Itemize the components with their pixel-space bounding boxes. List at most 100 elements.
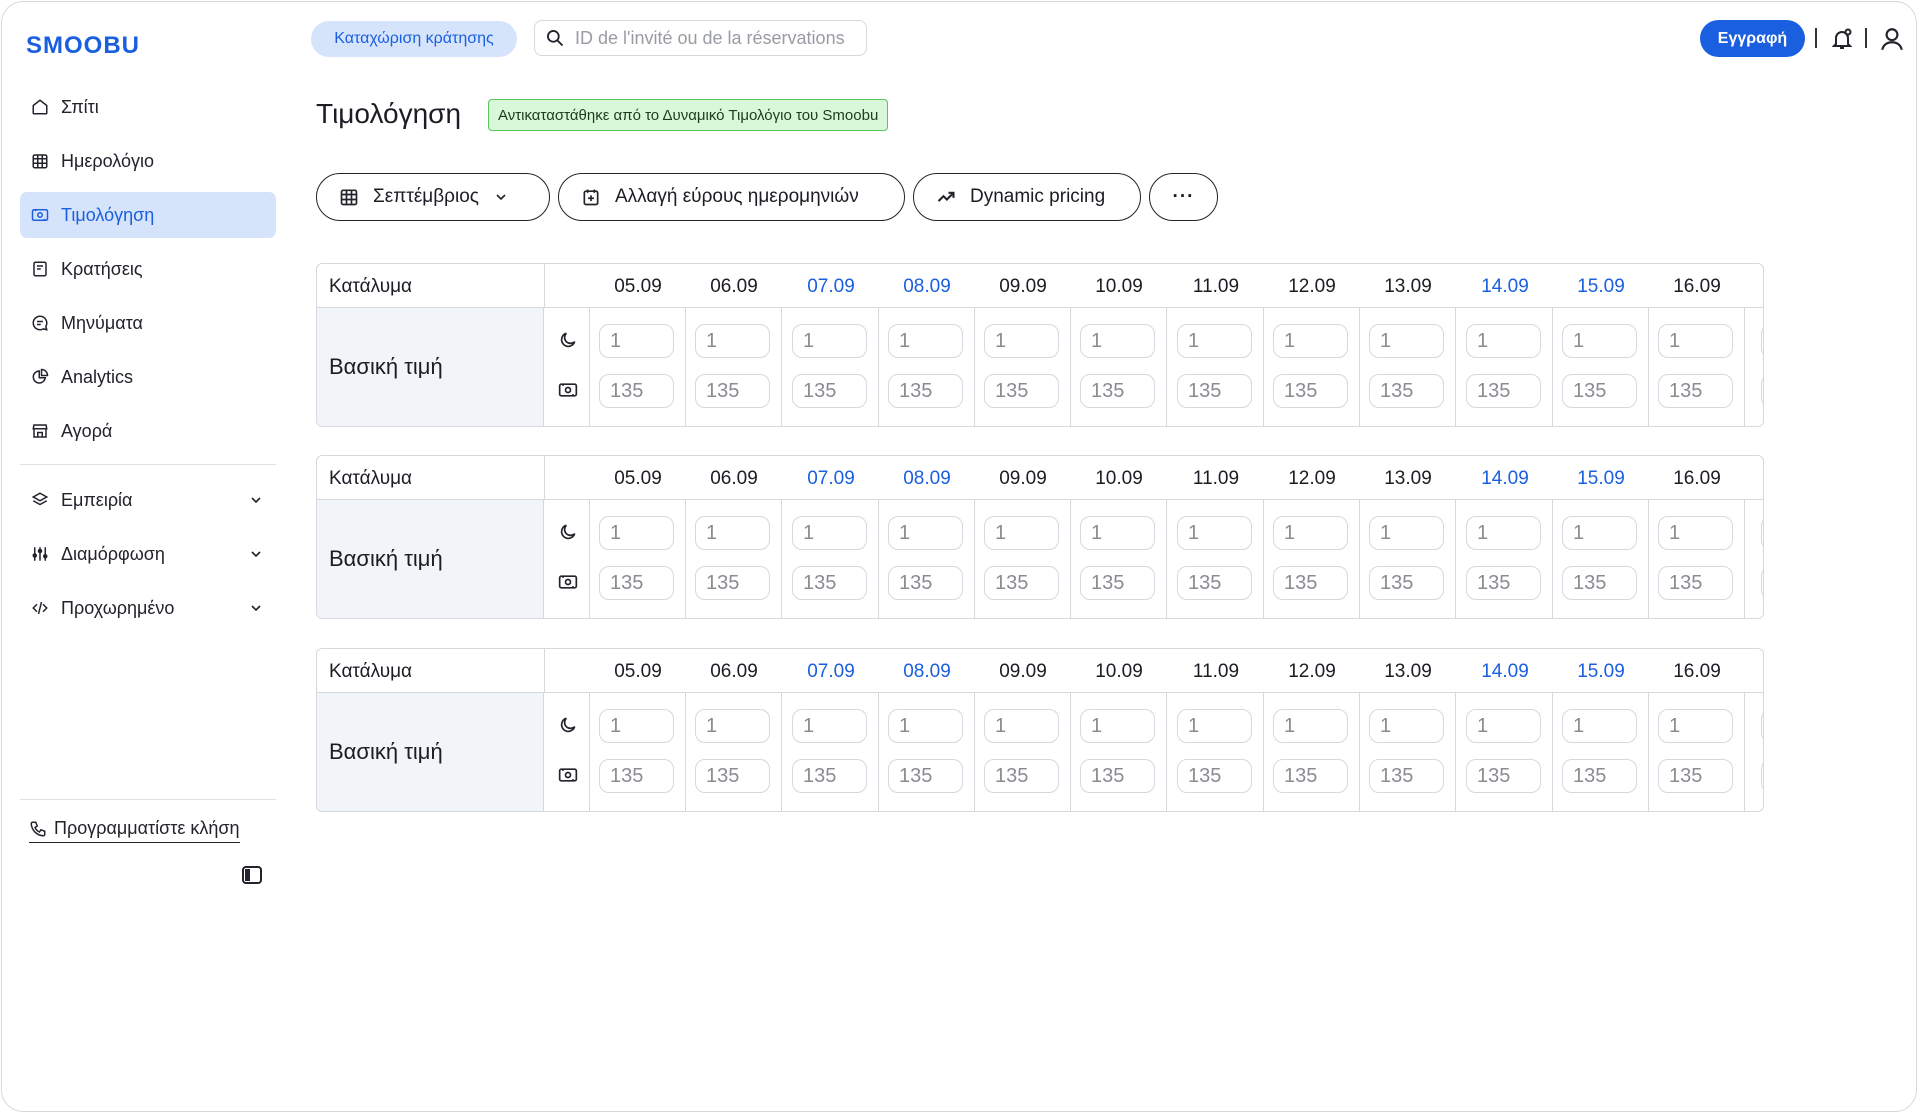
min-stay-input[interactable] (888, 324, 963, 358)
price-input[interactable] (1177, 566, 1252, 600)
search-input[interactable] (575, 27, 855, 49)
price-input[interactable] (984, 374, 1059, 408)
price-input[interactable] (1080, 759, 1155, 793)
min-stay-input[interactable] (695, 516, 770, 550)
price-input[interactable] (1658, 759, 1733, 793)
min-stay-input[interactable] (1369, 516, 1444, 550)
min-stay-input[interactable] (792, 709, 867, 743)
price-input[interactable] (1080, 374, 1155, 408)
price-cell (1457, 308, 1553, 426)
price-input[interactable] (1273, 759, 1348, 793)
min-stay-input[interactable] (695, 709, 770, 743)
price-input[interactable] (888, 374, 963, 408)
month-select-button[interactable]: Σεπτέμβριος (316, 173, 550, 221)
price-input[interactable] (1562, 759, 1637, 793)
sidebar-toggle-icon[interactable] (242, 866, 262, 884)
min-stay-input[interactable] (1658, 516, 1733, 550)
sidebar-item-pricing[interactable]: Τιμολόγηση (20, 192, 276, 238)
price-input[interactable] (599, 759, 674, 793)
price-input[interactable] (1369, 566, 1444, 600)
sidebar-divider (20, 464, 276, 465)
more-options-button[interactable]: ··· (1149, 173, 1218, 221)
price-input[interactable] (1466, 374, 1541, 408)
min-stay-input[interactable] (599, 324, 674, 358)
price-input[interactable] (984, 566, 1059, 600)
price-input[interactable] (1273, 566, 1348, 600)
row-label: Βασική τιμή (329, 739, 443, 764)
min-stay-input[interactable] (1369, 324, 1444, 358)
price-input[interactable] (695, 566, 770, 600)
sidebar-item-messages[interactable]: Μηνύματα (20, 300, 276, 346)
min-stay-input[interactable] (1369, 709, 1444, 743)
date-range-button[interactable]: Αλλαγή εύρους ημερομηνιών (558, 173, 905, 221)
min-stay-input[interactable] (1658, 709, 1733, 743)
schedule-call-link[interactable]: Προγραμματίστε κλήση (29, 818, 240, 843)
sidebar-item-advanced[interactable]: Προχωρημένο (20, 585, 276, 631)
sidebar-item-store[interactable]: Αγορά (20, 408, 276, 454)
price-input[interactable] (888, 566, 963, 600)
price-input[interactable] (1177, 374, 1252, 408)
price-input[interactable] (695, 374, 770, 408)
price-input[interactable] (984, 759, 1059, 793)
sidebar-item-bookings[interactable]: Κρατήσεις (20, 246, 276, 292)
new-booking-button[interactable]: Καταχώριση κράτησης (311, 21, 517, 57)
min-stay-input[interactable] (599, 516, 674, 550)
price-input[interactable] (1658, 374, 1733, 408)
min-stay-input[interactable] (984, 516, 1059, 550)
register-button[interactable]: Εγγραφή (1700, 20, 1805, 57)
min-stay-input[interactable] (1466, 324, 1541, 358)
price-input[interactable] (1562, 374, 1637, 408)
min-stay-input[interactable] (1466, 516, 1541, 550)
price-input[interactable] (792, 759, 867, 793)
min-stay-input[interactable] (792, 516, 867, 550)
user-icon[interactable] (1879, 26, 1905, 52)
dynamic-pricing-button[interactable]: Dynamic pricing (913, 173, 1141, 221)
min-stay-input[interactable] (1080, 516, 1155, 550)
table-header-row: Κατάλυμα 05.09 06.09 07.09 08.09 09.09 10.09 1… (317, 456, 1763, 500)
min-stay-input[interactable] (1177, 516, 1252, 550)
min-stay-input[interactable] (888, 709, 963, 743)
price-input[interactable] (1273, 374, 1348, 408)
sidebar-item-experience[interactable]: Εμπειρία (20, 477, 276, 523)
row-icons-cell (544, 308, 590, 426)
min-stay-input[interactable] (1080, 324, 1155, 358)
min-stay-input[interactable] (888, 516, 963, 550)
min-stay-input[interactable] (1562, 516, 1637, 550)
money-icon (558, 383, 578, 397)
min-stay-input[interactable] (1080, 709, 1155, 743)
min-stay-input[interactable] (599, 709, 674, 743)
price-input[interactable] (599, 374, 674, 408)
price-input[interactable] (1562, 566, 1637, 600)
price-input[interactable] (695, 759, 770, 793)
price-input[interactable] (1080, 566, 1155, 600)
min-stay-input[interactable] (1177, 324, 1252, 358)
price-input[interactable] (792, 566, 867, 600)
min-stay-input[interactable] (1466, 709, 1541, 743)
price-input[interactable] (1177, 759, 1252, 793)
min-stay-input[interactable] (1273, 516, 1348, 550)
min-stay-input[interactable] (1562, 324, 1637, 358)
price-input[interactable] (792, 374, 867, 408)
price-input[interactable] (888, 759, 963, 793)
price-input[interactable] (1466, 566, 1541, 600)
sidebar-item-configuration[interactable]: Διαμόρφωση (20, 531, 276, 577)
min-stay-input[interactable] (1658, 324, 1733, 358)
sidebar-item-analytics[interactable]: Analytics (20, 354, 276, 400)
bell-icon[interactable] (1830, 27, 1854, 51)
min-stay-input[interactable] (984, 324, 1059, 358)
min-stay-input[interactable] (984, 709, 1059, 743)
min-stay-input[interactable] (792, 324, 867, 358)
min-stay-input[interactable] (1562, 709, 1637, 743)
price-input[interactable] (1369, 374, 1444, 408)
min-stay-input[interactable] (695, 324, 770, 358)
sidebar-item-calendar[interactable]: Ημερολόγιο (20, 138, 276, 184)
min-stay-input[interactable] (1273, 709, 1348, 743)
price-input[interactable] (1369, 759, 1444, 793)
price-input[interactable] (599, 566, 674, 600)
sidebar-item-home[interactable]: Σπίτι (20, 84, 276, 130)
logo[interactable]: SMOOBU (26, 32, 140, 60)
min-stay-input[interactable] (1177, 709, 1252, 743)
price-input[interactable] (1658, 566, 1733, 600)
min-stay-input[interactable] (1273, 324, 1348, 358)
price-input[interactable] (1466, 759, 1541, 793)
